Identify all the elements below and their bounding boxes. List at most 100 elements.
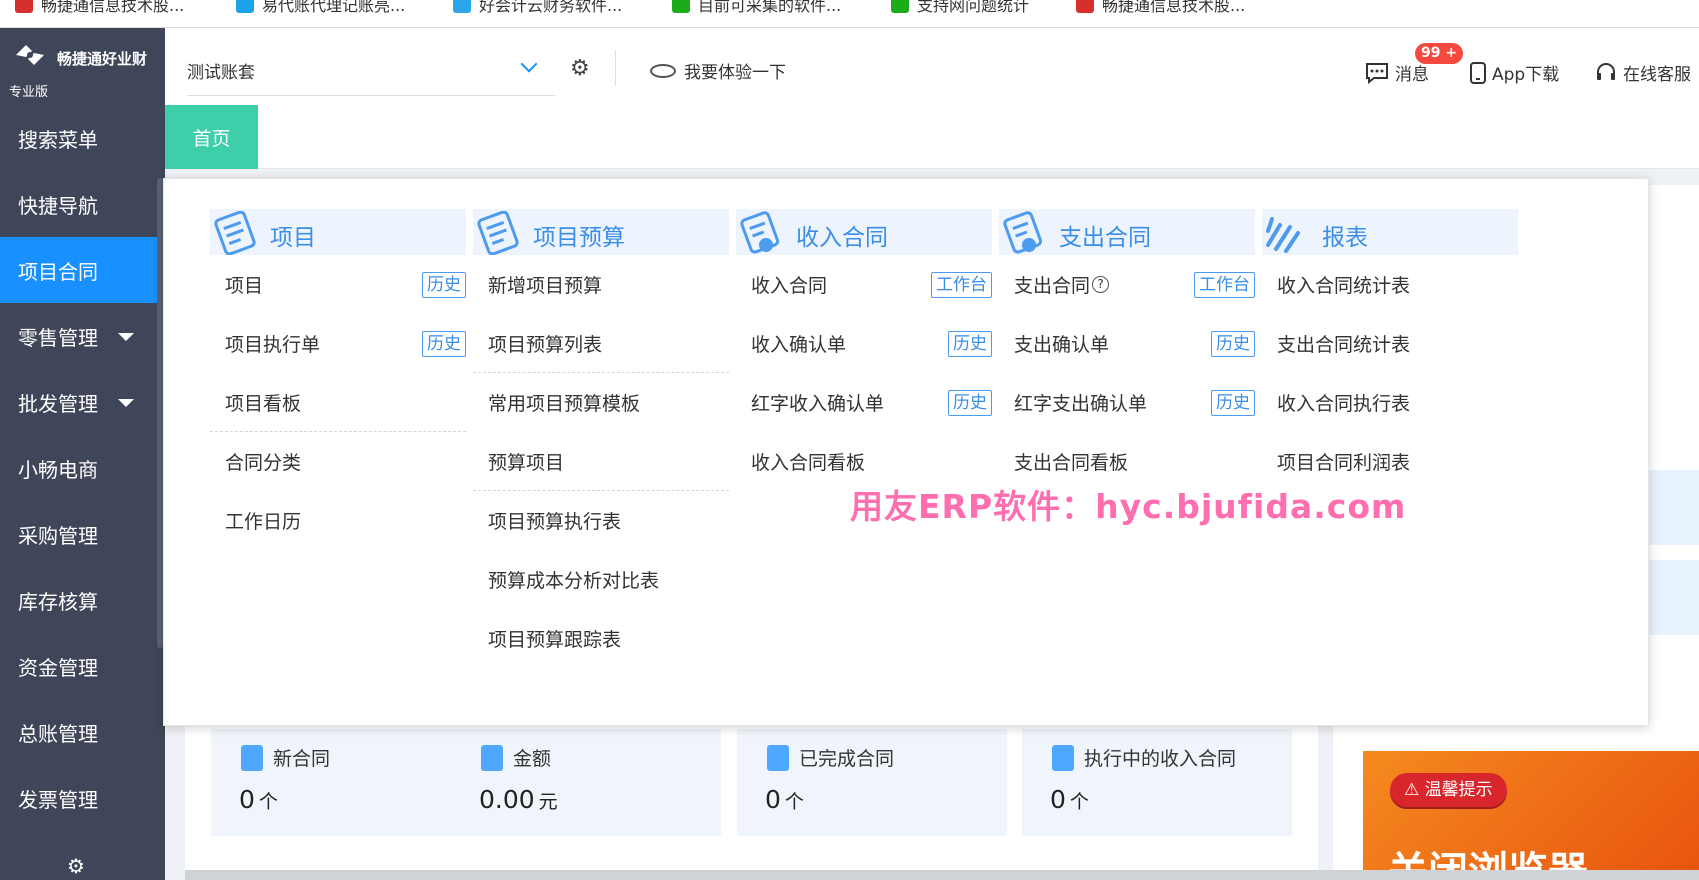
menu-column-title: 收入合同 bbox=[796, 225, 888, 251]
promo-banner[interactable]: ⚠ 温馨提示 关闭浏览器 bbox=[1363, 751, 1699, 880]
bookmark[interactable]: 目前可采集的软件... bbox=[672, 0, 841, 16]
check-icon bbox=[767, 744, 789, 771]
brand-name: 畅捷通好业财 bbox=[57, 50, 148, 68]
menu-item-income-execution[interactable]: 收入合同执行表 bbox=[1262, 373, 1518, 432]
sidebar-item-ecommerce[interactable]: 小畅电商 bbox=[0, 435, 165, 501]
menu-item-work-calendar[interactable]: 工作日历 bbox=[210, 491, 466, 550]
message-count-badge: 99 + bbox=[1415, 43, 1464, 64]
tab-home[interactable]: 首页 bbox=[165, 105, 258, 169]
bookmark[interactable]: 畅捷通信息技术股... bbox=[15, 0, 184, 16]
menu-item-project-execution[interactable]: 项目执行单 历史 bbox=[210, 314, 466, 373]
bookmark-icon bbox=[15, 0, 33, 13]
online-service-button[interactable]: 在线客服 bbox=[1595, 60, 1691, 85]
menu-item-new-budget[interactable]: 新增项目预算 bbox=[473, 255, 729, 314]
menu-item-budget-list[interactable]: 项目预算列表 bbox=[473, 314, 729, 373]
mega-menu: 项目 项目 历史 项目执行单 历史 项目看板 合同分类 工作日历 项目预算 新增项目… bbox=[163, 178, 1649, 726]
menu-item-income-contract[interactable]: 收入合同 工作台 bbox=[736, 255, 992, 314]
menu-item-contract-category[interactable]: 合同分类 bbox=[210, 432, 466, 491]
bookmark-icon bbox=[891, 0, 909, 13]
sidebar-item-funds[interactable]: 资金管理 bbox=[0, 633, 165, 699]
menu-column-header: 项目 bbox=[210, 209, 466, 255]
history-tag[interactable]: 历史 bbox=[948, 390, 992, 416]
sidebar-item-ledger[interactable]: 总账管理 bbox=[0, 699, 165, 765]
menu-column-expense-contract: 支出合同 支出合同? 工作台 支出确认单 历史 红字支出确认单 历史 支出合同看板 bbox=[999, 209, 1255, 491]
sidebar-item-wholesale[interactable]: 批发管理 bbox=[0, 369, 165, 435]
warning-icon: ⚠ bbox=[1404, 780, 1420, 800]
menu-item-budget-template[interactable]: 常用项目预算模板 bbox=[473, 373, 729, 432]
account-select[interactable]: 测试账套 bbox=[187, 58, 255, 83]
stat-executing-contracts: 执行中的收入合同 0个 bbox=[1022, 729, 1292, 836]
sidebar-item-search-menu[interactable]: 搜索菜单 bbox=[0, 105, 165, 171]
stat-completed-contracts: 已完成合同 0个 bbox=[737, 729, 1007, 836]
history-tag[interactable]: 历史 bbox=[422, 272, 466, 298]
menu-item-budget-cost-analysis[interactable]: 预算成本分析对比表 bbox=[473, 550, 729, 609]
logo[interactable]: 畅捷通好业财 专业版 bbox=[0, 28, 165, 105]
try-it-button[interactable]: 我要体验一下 bbox=[650, 58, 786, 83]
history-tag[interactable]: 历史 bbox=[1211, 331, 1255, 357]
app-download-button[interactable]: App下载 bbox=[1470, 60, 1559, 85]
menu-item-budget-tracking[interactable]: 项目预算跟踪表 bbox=[473, 609, 729, 668]
sidebar-item-retail[interactable]: 零售管理 bbox=[0, 303, 165, 369]
menu-column-header: 报表 bbox=[1262, 209, 1518, 255]
bookmark[interactable]: 好会计云财务软件... bbox=[453, 0, 622, 16]
menu-column-title: 报表 bbox=[1322, 225, 1368, 251]
settings-gear-icon[interactable]: ⚙ bbox=[570, 58, 590, 80]
top-header: 测试账套 ⚙ 我要体验一下 消息 99 + App下载 在线客服 bbox=[165, 28, 1699, 105]
sidebar-item-quick-nav[interactable]: 快捷导航 bbox=[0, 171, 165, 237]
headset-icon bbox=[1597, 62, 1615, 80]
horizontal-scrollbar[interactable] bbox=[185, 870, 1699, 880]
menu-item-project-board[interactable]: 项目看板 bbox=[210, 373, 466, 432]
divider bbox=[615, 50, 616, 86]
sidebar: 畅捷通好业财 专业版 搜索菜单 快捷导航 项目合同 零售管理 批发管理 小畅电商… bbox=[0, 28, 166, 880]
contract-icon bbox=[740, 211, 780, 254]
menu-item-budget-execution[interactable]: 项目预算执行表 bbox=[473, 491, 729, 550]
messages-button[interactable]: 消息 bbox=[1365, 60, 1429, 85]
menu-item-expense-contract[interactable]: 支出合同? 工作台 bbox=[999, 255, 1255, 314]
bookmark[interactable]: 支持网问题统计 bbox=[891, 0, 1029, 16]
bookmark-icon bbox=[236, 0, 254, 13]
menu-column-title: 项目 bbox=[270, 225, 316, 251]
workbench-tag[interactable]: 工作台 bbox=[931, 272, 992, 298]
menu-item-budget-items[interactable]: 预算项目 bbox=[473, 432, 729, 491]
warning-tip: ⚠ 温馨提示 bbox=[1390, 773, 1507, 807]
menu-item-income-confirm[interactable]: 收入确认单 历史 bbox=[736, 314, 992, 373]
menu-item-project[interactable]: 项目 历史 bbox=[210, 255, 466, 314]
bookmark-icon bbox=[453, 0, 471, 13]
help-icon[interactable]: ? bbox=[1092, 276, 1110, 293]
contract-icon bbox=[1003, 211, 1043, 254]
contract-icon bbox=[241, 744, 263, 771]
menu-item-expense-confirm[interactable]: 支出确认单 历史 bbox=[999, 314, 1255, 373]
menu-item-expense-stats[interactable]: 支出合同统计表 bbox=[1262, 314, 1518, 373]
bookmarks-bar: 畅捷通信息技术股... 易代账代理记账亮... 好会计云财务软件... 目前可采… bbox=[0, 0, 1699, 28]
caret-down-icon bbox=[118, 399, 134, 407]
menu-item-red-income-confirm[interactable]: 红字收入确认单 历史 bbox=[736, 373, 992, 432]
progress-icon bbox=[1052, 744, 1074, 771]
report-chart-icon bbox=[1266, 217, 1300, 253]
menu-column-header: 收入合同 bbox=[736, 209, 992, 255]
history-tag[interactable]: 历史 bbox=[422, 331, 466, 357]
gear-icon[interactable]: ⚙ bbox=[67, 854, 85, 878]
history-tag[interactable]: 历史 bbox=[1211, 390, 1255, 416]
menu-column-income-contract: 收入合同 收入合同 工作台 收入确认单 历史 红字收入确认单 历史 收入合同看板 bbox=[736, 209, 992, 491]
menu-column-reports: 报表 收入合同统计表 支出合同统计表 收入合同执行表 项目合同利润表 bbox=[1262, 209, 1518, 491]
history-tag[interactable]: 历史 bbox=[948, 331, 992, 357]
yen-icon bbox=[481, 744, 503, 771]
tab-bar: 首页 bbox=[165, 105, 1699, 169]
sidebar-item-project-contract[interactable]: 项目合同 bbox=[0, 237, 166, 303]
menu-column-title: 项目预算 bbox=[533, 225, 625, 251]
logo-icon bbox=[16, 45, 44, 65]
menu-item-income-stats[interactable]: 收入合同统计表 bbox=[1262, 255, 1518, 314]
sidebar-item-purchase[interactable]: 采购管理 bbox=[0, 501, 165, 567]
document-icon bbox=[214, 211, 256, 255]
sidebar-item-invoice[interactable]: 发票管理 bbox=[0, 765, 165, 831]
menu-column-header: 项目预算 bbox=[473, 209, 729, 255]
menu-item-red-expense-confirm[interactable]: 红字支出确认单 历史 bbox=[999, 373, 1255, 432]
watermark: 用友ERP软件：hyc.bjufida.com bbox=[850, 487, 1407, 526]
bookmark[interactable]: 畅捷通信息技术股... bbox=[1076, 0, 1245, 16]
sidebar-item-inventory[interactable]: 库存核算 bbox=[0, 567, 165, 633]
menu-column-title: 支出合同 bbox=[1059, 225, 1151, 251]
workbench-tag[interactable]: 工作台 bbox=[1194, 272, 1255, 298]
menu-column-project: 项目 项目 历史 项目执行单 历史 项目看板 合同分类 工作日历 bbox=[210, 209, 466, 550]
chevron-down-icon[interactable] bbox=[520, 55, 538, 73]
bookmark[interactable]: 易代账代理记账亮... bbox=[236, 0, 405, 16]
